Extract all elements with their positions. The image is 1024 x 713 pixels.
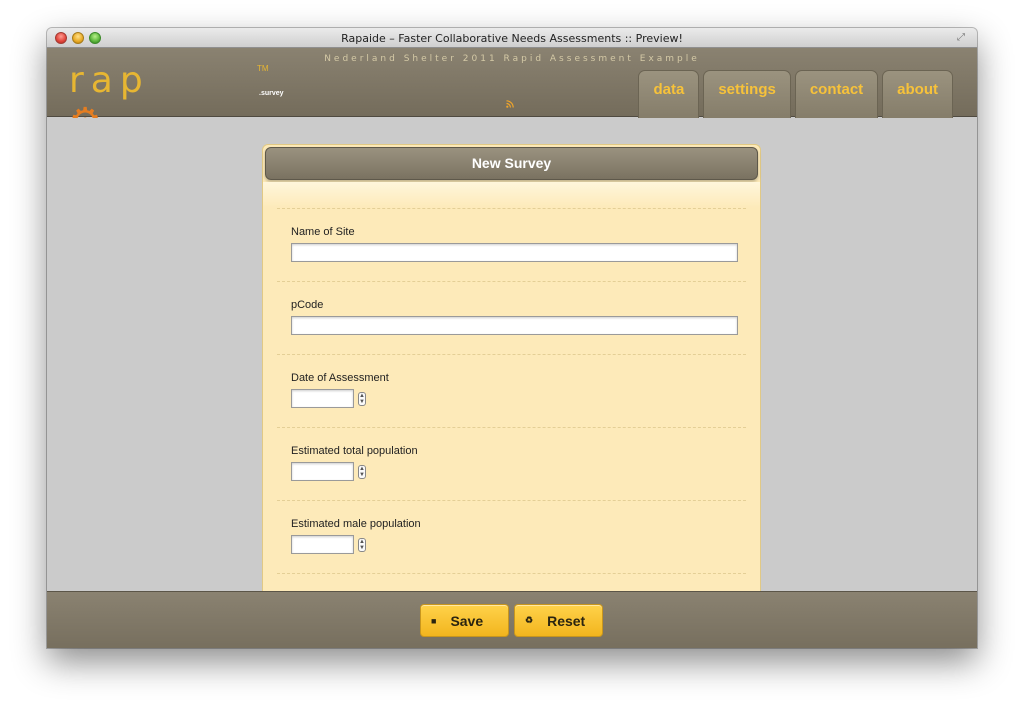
site-header: Nederland Shelter 2011 Rapid Assessment … <box>47 48 977 183</box>
trademark-mark: TM <box>257 64 269 73</box>
name-of-site-input[interactable] <box>291 243 738 262</box>
window-title: Rapaide – Faster Collaborative Needs Ass… <box>341 32 683 45</box>
rss-icon[interactable] <box>506 100 514 111</box>
date-input-group: ▲ ▼ <box>291 389 732 408</box>
action-footer: ■ Save ♻ Reset <box>47 591 977 648</box>
field-label: pCode <box>291 299 324 311</box>
date-of-assessment-input[interactable] <box>291 389 354 408</box>
field-total-population: Estimated total population ▲ ▼ <box>277 427 746 500</box>
pcode-input[interactable] <box>291 316 738 335</box>
male-population-input[interactable] <box>291 535 354 554</box>
survey-panel: New Survey Name of Site pCode Date of As… <box>262 144 761 591</box>
reset-button[interactable]: ♻ Reset <box>514 604 603 637</box>
stepper-icon[interactable]: ▲ ▼ <box>358 537 366 552</box>
fullscreen-icon[interactable]: ⤢ <box>957 32 969 44</box>
total-population-input[interactable] <box>291 462 354 481</box>
field-label: Estimated total population <box>291 445 418 457</box>
field-label: Estimated male population <box>291 518 421 530</box>
male-population-input-group: ▲ ▼ <box>291 535 732 554</box>
stepper-icon[interactable]: ▲ ▼ <box>358 464 366 479</box>
field-label: Date of Assessment <box>291 372 389 384</box>
reset-icon: ♻ <box>525 615 534 625</box>
nav-tab-contact[interactable]: contact <box>794 70 879 118</box>
panel-header-shadow <box>263 182 760 208</box>
assessment-subtitle: Nederland Shelter 2011 Rapid Assessment … <box>324 54 700 64</box>
title-bar: Rapaide – Faster Collaborative Needs Ass… <box>47 28 977 48</box>
survey-title: New Survey <box>265 147 758 180</box>
field-name-of-site: Name of Site <box>277 208 746 281</box>
nav-tab-settings[interactable]: settings <box>703 70 791 118</box>
field-pcode: pCode <box>277 281 746 354</box>
main-content[interactable]: New Survey Name of Site pCode Date of As… <box>47 118 977 591</box>
total-population-input-group: ▲ ▼ <box>291 462 732 481</box>
nav-tab-data[interactable]: data <box>638 70 700 118</box>
save-button[interactable]: ■ Save <box>420 604 509 637</box>
main-nav: data settings contact about <box>638 70 953 118</box>
app-window: Rapaide – Faster Collaborative Needs Ass… <box>47 28 977 648</box>
logo-survey-suffix: .survey <box>259 90 284 97</box>
field-male-population: Estimated male population ▲ ▼ <box>277 500 746 573</box>
save-button-label: Save <box>450 612 484 629</box>
save-icon: ■ <box>431 615 437 626</box>
logo-text-start: rap <box>69 60 150 101</box>
field-next-partial <box>277 573 746 591</box>
nav-tab-about[interactable]: about <box>882 70 953 118</box>
stepper-icon[interactable]: ▲ ▼ <box>358 391 366 406</box>
field-date-of-assessment: Date of Assessment ▲ ▼ <box>277 354 746 427</box>
field-label: Name of Site <box>291 226 355 238</box>
reset-button-label: Reset <box>547 612 586 629</box>
